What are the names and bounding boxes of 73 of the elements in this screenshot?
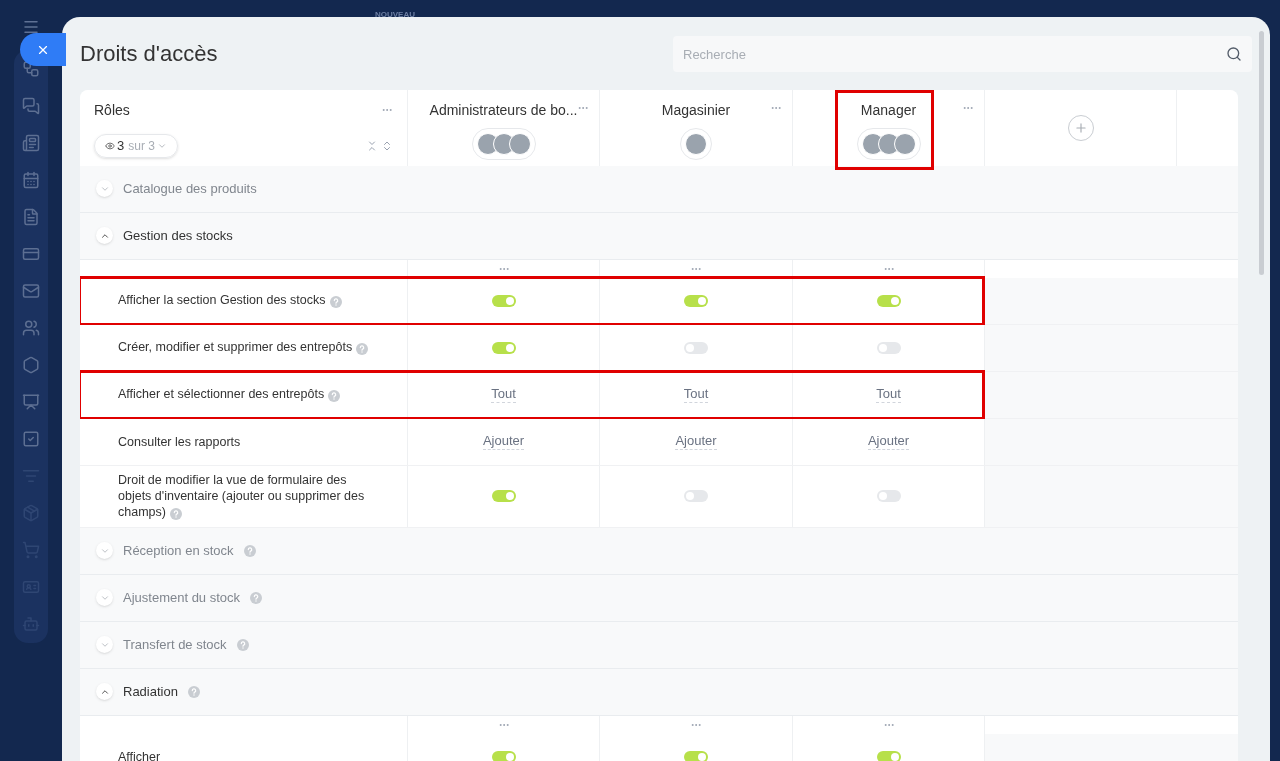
access-link[interactable]: Ajouter bbox=[482, 433, 525, 451]
access-link[interactable]: Ajouter bbox=[867, 433, 910, 451]
section-title[interactable]: Gestion des stocks bbox=[123, 226, 233, 246]
toggle-switch[interactable] bbox=[684, 750, 708, 761]
access-link[interactable]: Tout bbox=[876, 386, 901, 404]
toggle-switch[interactable] bbox=[876, 341, 901, 354]
permission-label: Droit de modifier la vue de formulaire des objets d'inventaire (ajouter ou supprimer des champs) bbox=[118, 471, 366, 521]
section-toggle[interactable] bbox=[96, 636, 113, 654]
section-toggle[interactable] bbox=[96, 683, 113, 701]
toggle-switch[interactable] bbox=[491, 750, 516, 761]
section-title[interactable]: Ajustement du stock bbox=[123, 588, 241, 608]
calendar-icon[interactable] bbox=[22, 171, 40, 189]
menu-icon[interactable] bbox=[22, 18, 40, 36]
search-input[interactable]: Recherche bbox=[683, 44, 1226, 65]
section-toggle[interactable] bbox=[96, 180, 113, 198]
avatar-placeholder bbox=[685, 132, 707, 155]
section-toggle[interactable] bbox=[96, 542, 113, 560]
page-title: Droits d'accès bbox=[80, 39, 218, 68]
avatar-placeholder bbox=[893, 132, 916, 155]
chat-icon[interactable] bbox=[22, 97, 40, 115]
roles-heading: Rôles bbox=[94, 100, 130, 120]
help-icon[interactable] bbox=[243, 544, 256, 557]
permission-label: Créer, modifier et supprimer des entrepôts bbox=[118, 339, 369, 357]
close-button[interactable] bbox=[20, 33, 66, 66]
new-label: NOUVEAU bbox=[375, 9, 415, 21]
toggle-switch[interactable] bbox=[491, 294, 516, 307]
help-icon[interactable] bbox=[329, 296, 342, 309]
eye-icon bbox=[105, 140, 115, 151]
toggle-switch[interactable] bbox=[684, 341, 708, 354]
help-icon[interactable] bbox=[236, 638, 249, 651]
presentation-icon[interactable] bbox=[22, 393, 40, 411]
document-icon[interactable] bbox=[22, 208, 40, 226]
toggle-switch[interactable] bbox=[491, 341, 516, 354]
toggle-switch[interactable] bbox=[684, 490, 708, 503]
access-link[interactable]: Tout bbox=[491, 386, 516, 404]
permission-label: Afficher la section Gestion des stocks bbox=[118, 292, 342, 310]
users-icon[interactable] bbox=[22, 319, 40, 337]
plus-icon bbox=[1073, 120, 1088, 135]
access-link[interactable]: Tout bbox=[683, 386, 709, 404]
permission-label: Afficher et sélectionner des entrepôts bbox=[118, 386, 341, 404]
card-icon[interactable] bbox=[22, 245, 40, 263]
help-icon[interactable] bbox=[328, 390, 341, 403]
section-toggle[interactable] bbox=[96, 227, 113, 245]
role-name[interactable]: Administrateurs de bo... bbox=[429, 99, 578, 121]
help-icon[interactable] bbox=[169, 507, 182, 520]
hexagon-icon[interactable] bbox=[22, 356, 40, 374]
toggle-switch[interactable] bbox=[684, 294, 708, 307]
access-link[interactable]: Ajouter bbox=[675, 433, 717, 451]
toggle-switch[interactable] bbox=[876, 750, 901, 761]
toggle-switch[interactable] bbox=[876, 490, 901, 503]
section-title[interactable]: Radiation bbox=[123, 682, 178, 702]
help-icon[interactable] bbox=[250, 591, 263, 604]
toggle-switch[interactable] bbox=[491, 490, 516, 503]
help-icon[interactable] bbox=[356, 343, 369, 356]
search-field[interactable]: Recherche bbox=[673, 36, 1252, 73]
toggle-switch[interactable] bbox=[876, 294, 901, 307]
help-icon[interactable] bbox=[187, 685, 200, 698]
search-icon[interactable] bbox=[1226, 46, 1242, 63]
role-name[interactable]: Manager bbox=[860, 99, 917, 121]
section-title[interactable]: Transfert de stock bbox=[123, 635, 227, 655]
permission-label: Afficher bbox=[118, 748, 161, 761]
section-title[interactable]: Catalogue des produits bbox=[123, 179, 257, 199]
avatar-placeholder bbox=[508, 132, 531, 155]
scrollbar[interactable] bbox=[1259, 31, 1264, 275]
expand-icon[interactable] bbox=[381, 139, 393, 152]
collapse-icon[interactable] bbox=[366, 139, 378, 152]
section-title[interactable]: Réception en stock bbox=[123, 541, 234, 561]
news-icon[interactable] bbox=[22, 134, 40, 152]
checkbox-icon[interactable] bbox=[22, 430, 40, 448]
section-toggle[interactable] bbox=[96, 589, 113, 607]
permission-label: Consulter les rapports bbox=[118, 433, 241, 450]
mail-icon[interactable] bbox=[22, 282, 40, 300]
role-name[interactable]: Magasinier bbox=[661, 99, 731, 121]
